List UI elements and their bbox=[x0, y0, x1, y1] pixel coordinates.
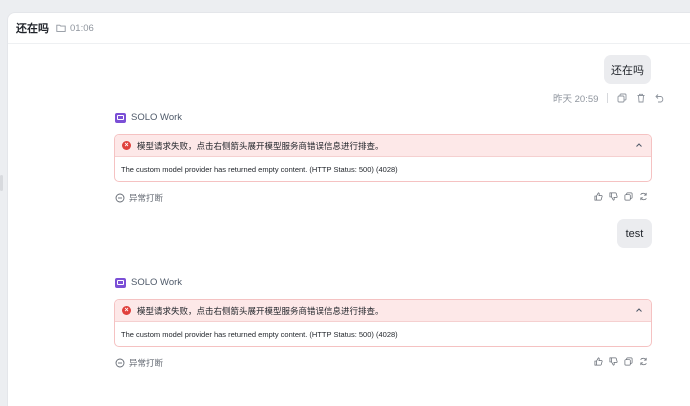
copy-icon[interactable] bbox=[624, 357, 633, 366]
user-message-text: test bbox=[625, 227, 644, 240]
interrupt-icon bbox=[115, 358, 125, 368]
user-message-bubble: 还在吗 bbox=[604, 55, 651, 84]
agent-name: SOLO Work bbox=[131, 112, 183, 123]
trash-icon[interactable] bbox=[636, 93, 646, 103]
chat-header: 还在吗 01:06 bbox=[8, 13, 690, 44]
interrupt-icon bbox=[115, 193, 125, 203]
chevron-up-icon[interactable] bbox=[635, 306, 643, 314]
error-card: × 模型请求失败，点击右侧箭头展开模型服务商错误信息进行排查。 The cust… bbox=[114, 134, 652, 182]
chat-duration: 01:06 bbox=[70, 22, 94, 34]
interrupted-status: 异常打断 bbox=[115, 357, 163, 369]
error-icon: × bbox=[122, 141, 131, 150]
agent-label: SOLO Work bbox=[115, 277, 182, 288]
refresh-icon[interactable] bbox=[639, 357, 648, 366]
error-detail: The custom model provider has returned e… bbox=[115, 157, 651, 181]
solo-work-logo-icon bbox=[115, 277, 126, 288]
user-message-text: 还在吗 bbox=[611, 64, 644, 77]
left-scroll-indicator[interactable] bbox=[0, 175, 3, 191]
thumbs-down-icon[interactable] bbox=[609, 357, 618, 366]
error-title: 模型请求失败，点击右侧箭头展开模型服务商错误信息进行排查。 bbox=[137, 305, 384, 316]
message-timestamp: 昨天 20:59 bbox=[553, 94, 599, 105]
copy-icon[interactable] bbox=[624, 192, 633, 201]
copy-icon[interactable] bbox=[617, 93, 627, 103]
refresh-icon[interactable] bbox=[639, 192, 648, 201]
interrupted-label: 异常打断 bbox=[129, 193, 164, 203]
folder-icon bbox=[56, 24, 66, 32]
divider bbox=[607, 93, 609, 103]
error-title: 模型请求失败，点击右侧箭头展开模型服务商错误信息进行排查。 bbox=[137, 140, 384, 151]
error-header[interactable]: × 模型请求失败，点击右侧箭头展开模型服务商错误信息进行排查。 bbox=[115, 135, 651, 157]
chat-title: 还在吗 bbox=[16, 23, 49, 35]
thumbs-up-icon[interactable] bbox=[594, 192, 603, 201]
message-actions bbox=[594, 357, 648, 366]
chat-panel: 还在吗 01:06 还在吗 昨天 20:59 SOLO Work × 模型请求失… bbox=[7, 12, 690, 406]
error-detail: The custom model provider has returned e… bbox=[115, 322, 651, 346]
error-detail-text: The custom model provider has returned e… bbox=[121, 165, 398, 174]
error-icon: × bbox=[122, 306, 131, 315]
error-detail-text: The custom model provider has returned e… bbox=[121, 330, 398, 339]
thumbs-down-icon[interactable] bbox=[609, 192, 618, 201]
user-message-meta: 昨天 20:59 bbox=[553, 91, 665, 105]
interrupted-label: 异常打断 bbox=[129, 358, 164, 368]
agent-label: SOLO Work bbox=[115, 112, 182, 123]
message-actions bbox=[594, 192, 648, 201]
thumbs-up-icon[interactable] bbox=[594, 357, 603, 366]
interrupted-status: 异常打断 bbox=[115, 192, 163, 204]
user-message-bubble: test bbox=[617, 219, 652, 248]
solo-work-logo-icon bbox=[115, 112, 126, 123]
agent-name: SOLO Work bbox=[131, 277, 183, 288]
chevron-up-icon[interactable] bbox=[635, 141, 643, 149]
undo-icon[interactable] bbox=[655, 93, 665, 103]
error-header[interactable]: × 模型请求失败，点击右侧箭头展开模型服务商错误信息进行排查。 bbox=[115, 300, 651, 322]
error-card: × 模型请求失败，点击右侧箭头展开模型服务商错误信息进行排查。 The cust… bbox=[114, 299, 652, 347]
